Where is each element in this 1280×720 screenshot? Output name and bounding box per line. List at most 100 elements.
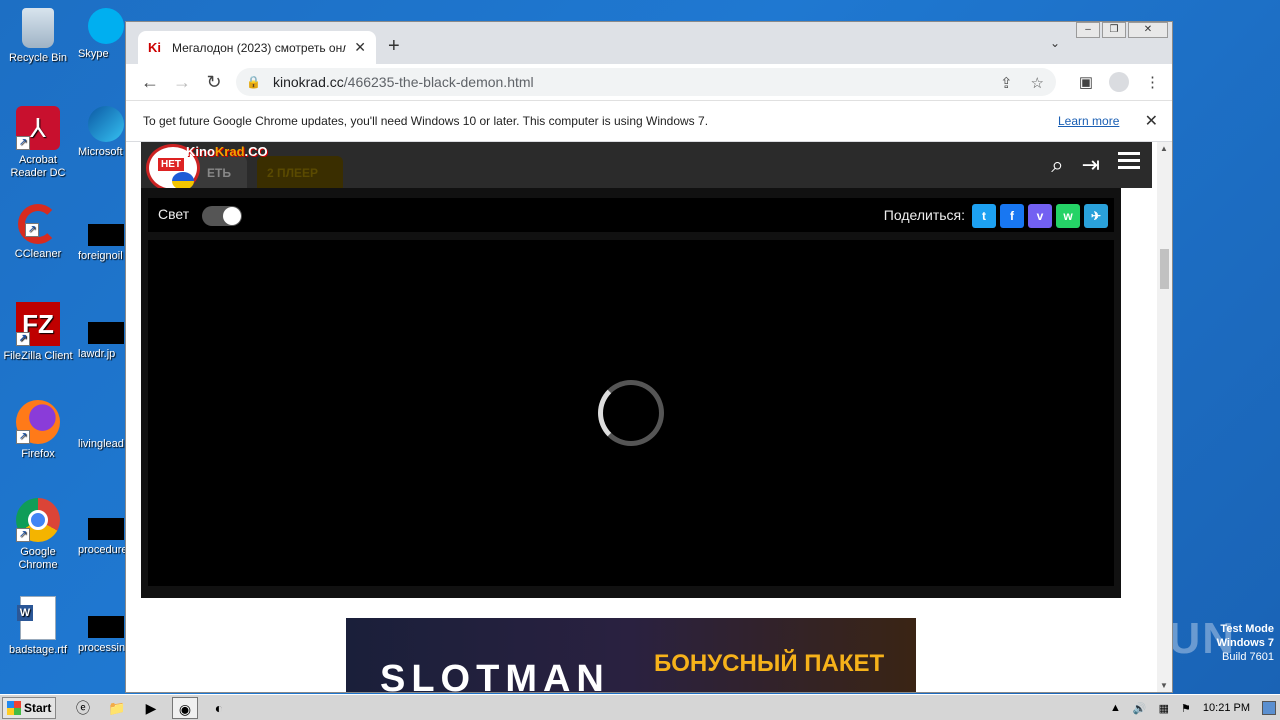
- tab-strip: Ki Мегалодон (2023) смотреть онлай ✕ + ⌄…: [126, 22, 1172, 64]
- windows-flag-icon: [7, 700, 21, 715]
- desktop-icon-filezilla[interactable]: FZ ↗ FileZilla Client: [0, 302, 76, 363]
- bookmark-star-icon[interactable]: ☆: [1031, 74, 1044, 92]
- desktop-icon-label: Recycle Bin: [8, 52, 68, 64]
- desktop-icon-processin[interactable]: processin: [78, 616, 128, 655]
- telegram-icon[interactable]: ✈: [1084, 204, 1108, 228]
- site-header: ЕТЬ 2 ПЛЕЕР НЕТ KinoKrad.CO ⌕ ⇥: [141, 142, 1152, 192]
- volume-icon[interactable]: 🔊: [1133, 702, 1147, 715]
- desktop-icon-foreignoil[interactable]: foreignoil: [78, 224, 128, 263]
- desktop-icon-label: procedure: [78, 544, 128, 556]
- explorer-folder-icon[interactable]: 📁: [104, 697, 130, 719]
- chevron-down-icon[interactable]: ⌄: [1050, 36, 1060, 50]
- desktop-icon-chrome[interactable]: ↗ Google Chrome: [0, 498, 76, 572]
- new-tab-button[interactable]: +: [388, 35, 400, 58]
- desktop-icon-livinglead[interactable]: livinglead: [78, 438, 128, 451]
- facebook-icon[interactable]: f: [1000, 204, 1024, 228]
- scroll-down-icon[interactable]: ▼: [1160, 681, 1168, 690]
- loading-spinner-icon: [598, 380, 664, 446]
- hamburger-menu-icon[interactable]: [1118, 152, 1140, 170]
- show-desktop-button[interactable]: [1262, 701, 1276, 715]
- desktop-icon-microsoft-edge[interactable]: Microsoft: [78, 106, 128, 159]
- whatsapp-icon[interactable]: w: [1056, 204, 1080, 228]
- close-tab-icon[interactable]: ✕: [354, 39, 366, 56]
- update-infobar: To get future Google Chrome updates, you…: [126, 100, 1172, 142]
- desktop-icon-label: Google Chrome: [18, 546, 58, 571]
- desktop-icon-lawdr[interactable]: lawdr.jp: [78, 322, 128, 361]
- profile-avatar[interactable]: [1109, 72, 1129, 92]
- start-button[interactable]: Start: [2, 696, 56, 719]
- desktop-icon-ccleaner[interactable]: ↗ CCleaner: [0, 204, 76, 261]
- browser-toolbar: ← → ↻ 🔒 kinokrad.cc/466235-the-black-dem…: [126, 64, 1172, 100]
- desktop-icon-badstage[interactable]: W badstage.rtf: [0, 596, 76, 657]
- reload-icon[interactable]: ↻: [198, 72, 230, 93]
- desktop-icon-label: lawdr.jp: [78, 348, 116, 360]
- start-label: Start: [24, 700, 52, 715]
- search-icon[interactable]: ⌕: [1051, 152, 1063, 178]
- browser-tab[interactable]: Ki Мегалодон (2023) смотреть онлай ✕: [138, 31, 376, 64]
- desktop-icon-skype[interactable]: Skype: [78, 8, 128, 61]
- twitter-icon[interactable]: t: [972, 204, 996, 228]
- file-icon: [88, 518, 124, 540]
- maximize-button[interactable]: ❐: [1102, 22, 1126, 38]
- browser-window: Ki Мегалодон (2023) смотреть онлай ✕ + ⌄…: [125, 21, 1173, 693]
- media-player-icon[interactable]: ▶: [138, 697, 164, 719]
- desktop-icon-label: processin: [78, 642, 126, 654]
- player-toolbar: Свет Поделиться: t f v w ✈: [148, 198, 1114, 232]
- clock[interactable]: 10:21 PM: [1203, 702, 1250, 714]
- login-icon[interactable]: ⇥: [1082, 152, 1100, 178]
- light-toggle[interactable]: [202, 206, 242, 226]
- test-mode-line: Test Mode: [1220, 623, 1274, 635]
- back-arrow-icon[interactable]: ←: [134, 72, 166, 93]
- site-name-part: Kino: [186, 144, 215, 159]
- show-hidden-icons-icon[interactable]: ▲: [1110, 702, 1121, 714]
- edge-icon: [88, 106, 124, 142]
- light-label: Свет: [158, 206, 190, 222]
- close-icon[interactable]: ✕: [1145, 111, 1158, 131]
- desktop-icon-label: livinglead: [78, 438, 124, 450]
- desktop-icon-label: Skype: [78, 48, 109, 60]
- minimize-button[interactable]: –: [1076, 22, 1100, 38]
- learn-more-link[interactable]: Learn more: [1058, 114, 1119, 128]
- viber-icon[interactable]: v: [1028, 204, 1052, 228]
- desktop-icon-firefox[interactable]: ↗ Firefox: [0, 400, 76, 461]
- desktop-icon-acrobat[interactable]: ⅄ ↗ Acrobat Reader DC: [0, 106, 76, 180]
- scrollbar-thumb[interactable]: [1160, 249, 1169, 289]
- ad-brand: SLOTMAN: [380, 658, 610, 692]
- network-icon[interactable]: ▦: [1159, 702, 1169, 715]
- action-center-flag-icon[interactable]: ⚑: [1181, 702, 1191, 715]
- social-share-buttons: t f v w ✈: [972, 204, 1108, 228]
- internet-explorer-icon[interactable]: ⓔ: [70, 697, 96, 719]
- chrome-icon: ↗: [16, 498, 60, 542]
- desktop-icon-label: FileZilla Client: [3, 350, 73, 362]
- taskbar: Start ⓔ 📁 ▶ ◉ ◐ ▲ 🔊 ▦ ⚑ 10:21 PM: [0, 694, 1280, 720]
- site-name-part: Krad: [214, 144, 245, 159]
- filezilla-icon: FZ ↗: [16, 302, 60, 346]
- test-mode-line: Windows 7: [1216, 637, 1274, 649]
- video-player[interactable]: [148, 240, 1114, 586]
- share-icon[interactable]: ⇪: [1000, 74, 1013, 92]
- site-name[interactable]: KinoKrad.CO: [186, 144, 268, 159]
- desktop-icon-procedure[interactable]: procedure: [78, 518, 128, 557]
- forward-arrow-icon[interactable]: →: [166, 72, 198, 93]
- scroll-up-icon[interactable]: ▲: [1160, 144, 1168, 153]
- advertisement-banner[interactable]: SLOTMAN БОНУСНЫЙ ПАКЕТ: [346, 618, 916, 692]
- taskbar-chrome-icon[interactable]: ◉: [172, 696, 198, 719]
- menu-dots-icon[interactable]: ⋮: [1145, 73, 1160, 91]
- share-label: Поделиться:: [883, 207, 965, 223]
- logo-badge: НЕТ: [158, 158, 184, 171]
- player-tab-2[interactable]: 2 ПЛЕЕР: [257, 156, 343, 190]
- close-window-button[interactable]: ✕: [1128, 22, 1168, 38]
- side-panel-icon[interactable]: ▣: [1079, 73, 1093, 91]
- desktop-icon-label: badstage.rtf: [8, 644, 68, 656]
- lock-icon[interactable]: 🔒: [246, 75, 261, 89]
- taskbar-edge-icon[interactable]: ◐: [206, 697, 232, 719]
- test-mode-notice: Test Mode Windows 7 Build 7601: [1217, 622, 1274, 664]
- url-path: /466235-the-black-demon.html: [343, 74, 534, 90]
- page-scrollbar[interactable]: ▲ ▼: [1157, 142, 1172, 692]
- desktop-icon-label: Firefox: [21, 448, 55, 460]
- desktop-icon-recycle-bin[interactable]: Recycle Bin: [0, 8, 76, 65]
- infobar-message: To get future Google Chrome updates, you…: [143, 114, 709, 128]
- skype-icon: [88, 8, 124, 44]
- word-document-icon: W: [17, 596, 56, 640]
- address-bar[interactable]: 🔒 kinokrad.cc/466235-the-black-demon.htm…: [236, 68, 1056, 96]
